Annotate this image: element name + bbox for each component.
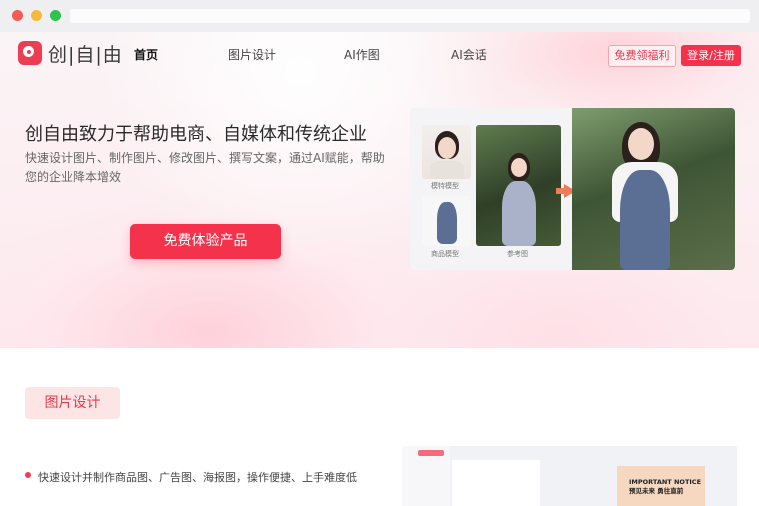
model-thumbnail: [422, 125, 471, 179]
feature-bullet: 快速设计并制作商品图、广告图、海报图，操作便捷、上手难度低: [38, 471, 357, 484]
logo-icon: [18, 41, 42, 65]
result-image: [572, 108, 735, 270]
bullet-icon: [25, 472, 31, 478]
hero-title: 创自由致力于帮助电商、自媒体和传统企业: [25, 124, 367, 145]
nav-item-image-design[interactable]: 图片设计: [228, 46, 276, 63]
product-thumbnail: [422, 196, 471, 246]
section-tag-image-design[interactable]: 图片设计: [25, 387, 120, 419]
login-register-button[interactable]: 登录/注册: [681, 45, 741, 66]
maximize-window-button[interactable]: [50, 10, 61, 21]
nav-item-ai-drawing[interactable]: AI作图: [344, 46, 380, 63]
browser-chrome: [0, 0, 759, 32]
address-bar[interactable]: [70, 9, 750, 23]
close-window-button[interactable]: [12, 10, 23, 21]
nav-item-ai-chat[interactable]: AI会话: [451, 46, 487, 63]
reference-caption: 参考图: [507, 250, 528, 258]
minimize-window-button[interactable]: [31, 10, 42, 21]
reference-thumbnail: [476, 125, 561, 246]
demo-showcase: 模特模型 商品模型 参考图: [410, 108, 735, 270]
editor-notice-text: IMPORTANT NOTICE 预见未来 勇往直前: [629, 478, 702, 495]
editor-preview: IMPORTANT NOTICE 预见未来 勇往直前: [402, 446, 737, 506]
product-caption: 商品模型: [431, 250, 459, 258]
model-caption: 模特模型: [431, 182, 459, 190]
brand-logo[interactable]: 创|自|由: [18, 40, 123, 66]
free-trial-button[interactable]: 免费体验产品: [130, 224, 281, 259]
brand-name: 创|自|由: [48, 43, 123, 66]
free-welfare-button[interactable]: 免费领福利: [608, 45, 676, 67]
hero-description: 快速设计图片、制作图片、修改图片、撰写文案，通过AI赋能，帮助您的企业降本增效: [25, 151, 385, 184]
editor-template-panel: [452, 460, 540, 506]
nav-item-home[interactable]: 首页: [134, 46, 158, 63]
editor-badge: [418, 450, 444, 456]
